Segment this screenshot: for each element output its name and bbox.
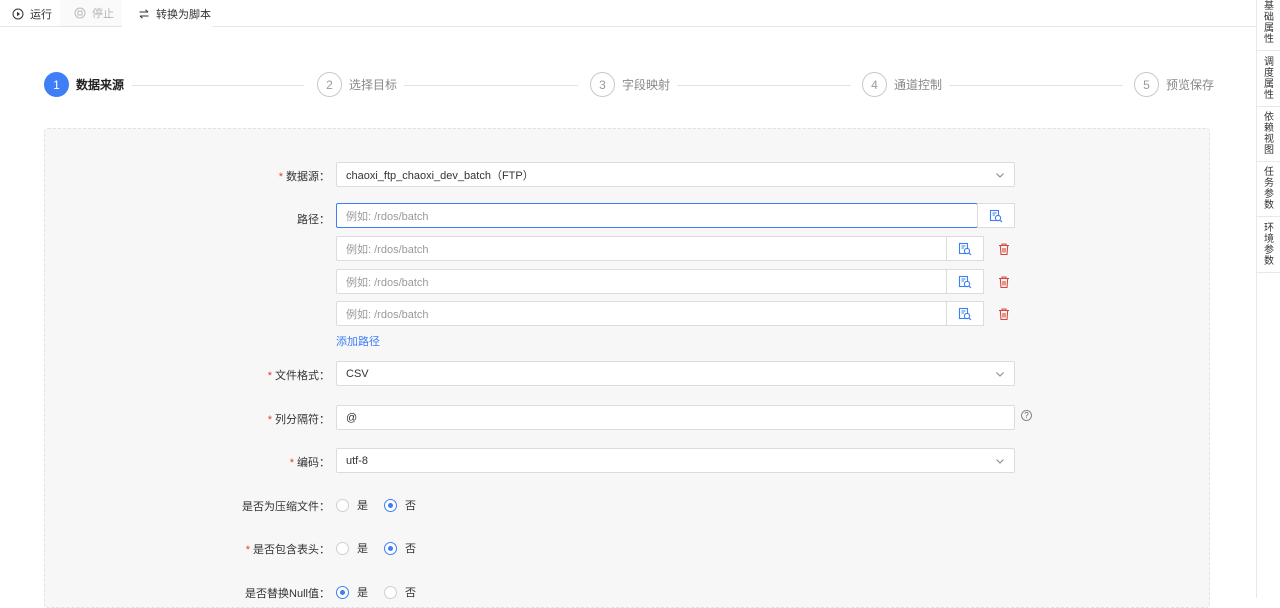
compressed-no-radio[interactable]: 否 (384, 497, 416, 513)
sidebar-item-env-params[interactable]: 环境参数 (1257, 222, 1280, 273)
chevron-down-icon (996, 372, 1004, 377)
step-number: 4 (862, 72, 887, 97)
stop-circle-icon (74, 7, 86, 19)
delete-icon[interactable] (997, 242, 1011, 256)
step-label: 选择目标 (349, 78, 398, 92)
step-connector (404, 85, 578, 86)
encoding-select[interactable]: utf-8 (336, 448, 1015, 473)
run-label: 运行 (30, 8, 52, 21)
delete-icon[interactable] (997, 307, 1011, 321)
convert-to-script-button[interactable]: 转换为脚本 (122, 0, 212, 27)
question-circle-icon[interactable]: ? (1021, 410, 1032, 421)
step-connector (677, 85, 851, 86)
path-input[interactable]: 例如: /rdos/batch (336, 269, 947, 294)
delimiter-label: * 列分隔符： (267, 414, 330, 426)
step-data-source[interactable]: 1 数据来源 (44, 72, 124, 97)
file-search-icon (958, 242, 972, 255)
browse-path-button[interactable] (946, 301, 984, 326)
step-number: 1 (44, 72, 69, 97)
datasource-select[interactable]: chaoxi_ftp_chaoxi_dev_batch（FTP） (336, 162, 1015, 187)
compressed-radio-group: 是 否 (336, 497, 432, 513)
step-select-target[interactable]: 2 选择目标 (317, 72, 397, 97)
path-label: 路径： (297, 214, 330, 226)
step-connector (949, 85, 1123, 86)
file-search-icon (958, 307, 972, 320)
file-format-select[interactable]: CSV (336, 361, 1015, 386)
has-header-label: * 是否包含表头： (245, 544, 330, 556)
radio-dot (384, 498, 397, 512)
step-number: 3 (590, 72, 615, 97)
encoding-label: * 编码： (289, 457, 330, 469)
radio-dot (336, 541, 349, 555)
sidebar-item-dependency-view[interactable]: 依赖视图 (1257, 111, 1280, 162)
radio-dot (384, 541, 397, 555)
radio-dot (384, 585, 397, 599)
has-header-no-radio[interactable]: 否 (384, 540, 416, 556)
chevron-down-icon (996, 459, 1004, 464)
step-label: 预览保存 (1166, 78, 1215, 92)
sidebar-item-schedule-properties[interactable]: 调度属性 (1257, 56, 1280, 107)
browse-path-button[interactable] (946, 236, 984, 261)
compressed-label: 是否为压缩文件： (242, 501, 330, 513)
delimiter-input[interactable]: @ (336, 405, 1015, 430)
datasource-label: * 数据源： (278, 171, 330, 183)
path-input[interactable]: 例如: /rdos/batch (336, 236, 947, 261)
step-label: 数据来源 (76, 78, 125, 92)
run-button[interactable]: 运行 (12, 0, 52, 27)
stop-button[interactable]: 停止 (60, 0, 122, 27)
add-path-link[interactable]: 添加路径 (336, 333, 380, 349)
has-header-yes-radio[interactable]: 是 (336, 540, 368, 556)
swap-icon (139, 8, 149, 19)
step-number: 2 (317, 72, 342, 97)
stop-label: 停止 (92, 8, 114, 20)
convert-label: 转换为脚本 (156, 8, 211, 21)
sidebar-item-task-params[interactable]: 任务参数 (1257, 166, 1280, 217)
path-input[interactable]: 例如: /rdos/batch (336, 203, 978, 228)
file-search-icon (958, 275, 972, 288)
step-number: 5 (1134, 72, 1159, 97)
delete-icon[interactable] (997, 275, 1011, 289)
compressed-yes-radio[interactable]: 是 (336, 497, 368, 513)
replace-null-label: 是否替换Null值： (245, 588, 330, 600)
play-circle-icon (12, 8, 24, 19)
radio-dot (336, 585, 349, 599)
radio-dot (336, 498, 349, 512)
browse-path-button[interactable] (946, 269, 984, 294)
browse-path-button[interactable] (977, 203, 1015, 228)
toolbar: 运行 停止 转换为脚本 (0, 0, 1256, 27)
file-format-label: * 文件格式： (267, 370, 330, 382)
right-sidebar: 基础属性 调度属性 依赖视图 任务参数 环境参数 (1256, 0, 1280, 598)
step-field-mapping[interactable]: 3 字段映射 (590, 72, 670, 97)
file-search-icon (989, 209, 1003, 222)
step-connector (132, 85, 304, 86)
step-label: 通道控制 (894, 78, 943, 92)
step-channel-control[interactable]: 4 通道控制 (862, 72, 942, 97)
wizard-steps: 1 数据来源 2 选择目标 3 字段映射 4 通道控制 5 预览保存 (44, 72, 1214, 100)
has-header-radio-group: 是 否 (336, 540, 432, 556)
path-input[interactable]: 例如: /rdos/batch (336, 301, 947, 326)
sidebar-item-basic-properties[interactable]: 基础属性 (1257, 0, 1280, 51)
step-preview-save[interactable]: 5 预览保存 (1134, 72, 1214, 97)
step-label: 字段映射 (622, 78, 671, 92)
chevron-down-icon (996, 173, 1004, 178)
